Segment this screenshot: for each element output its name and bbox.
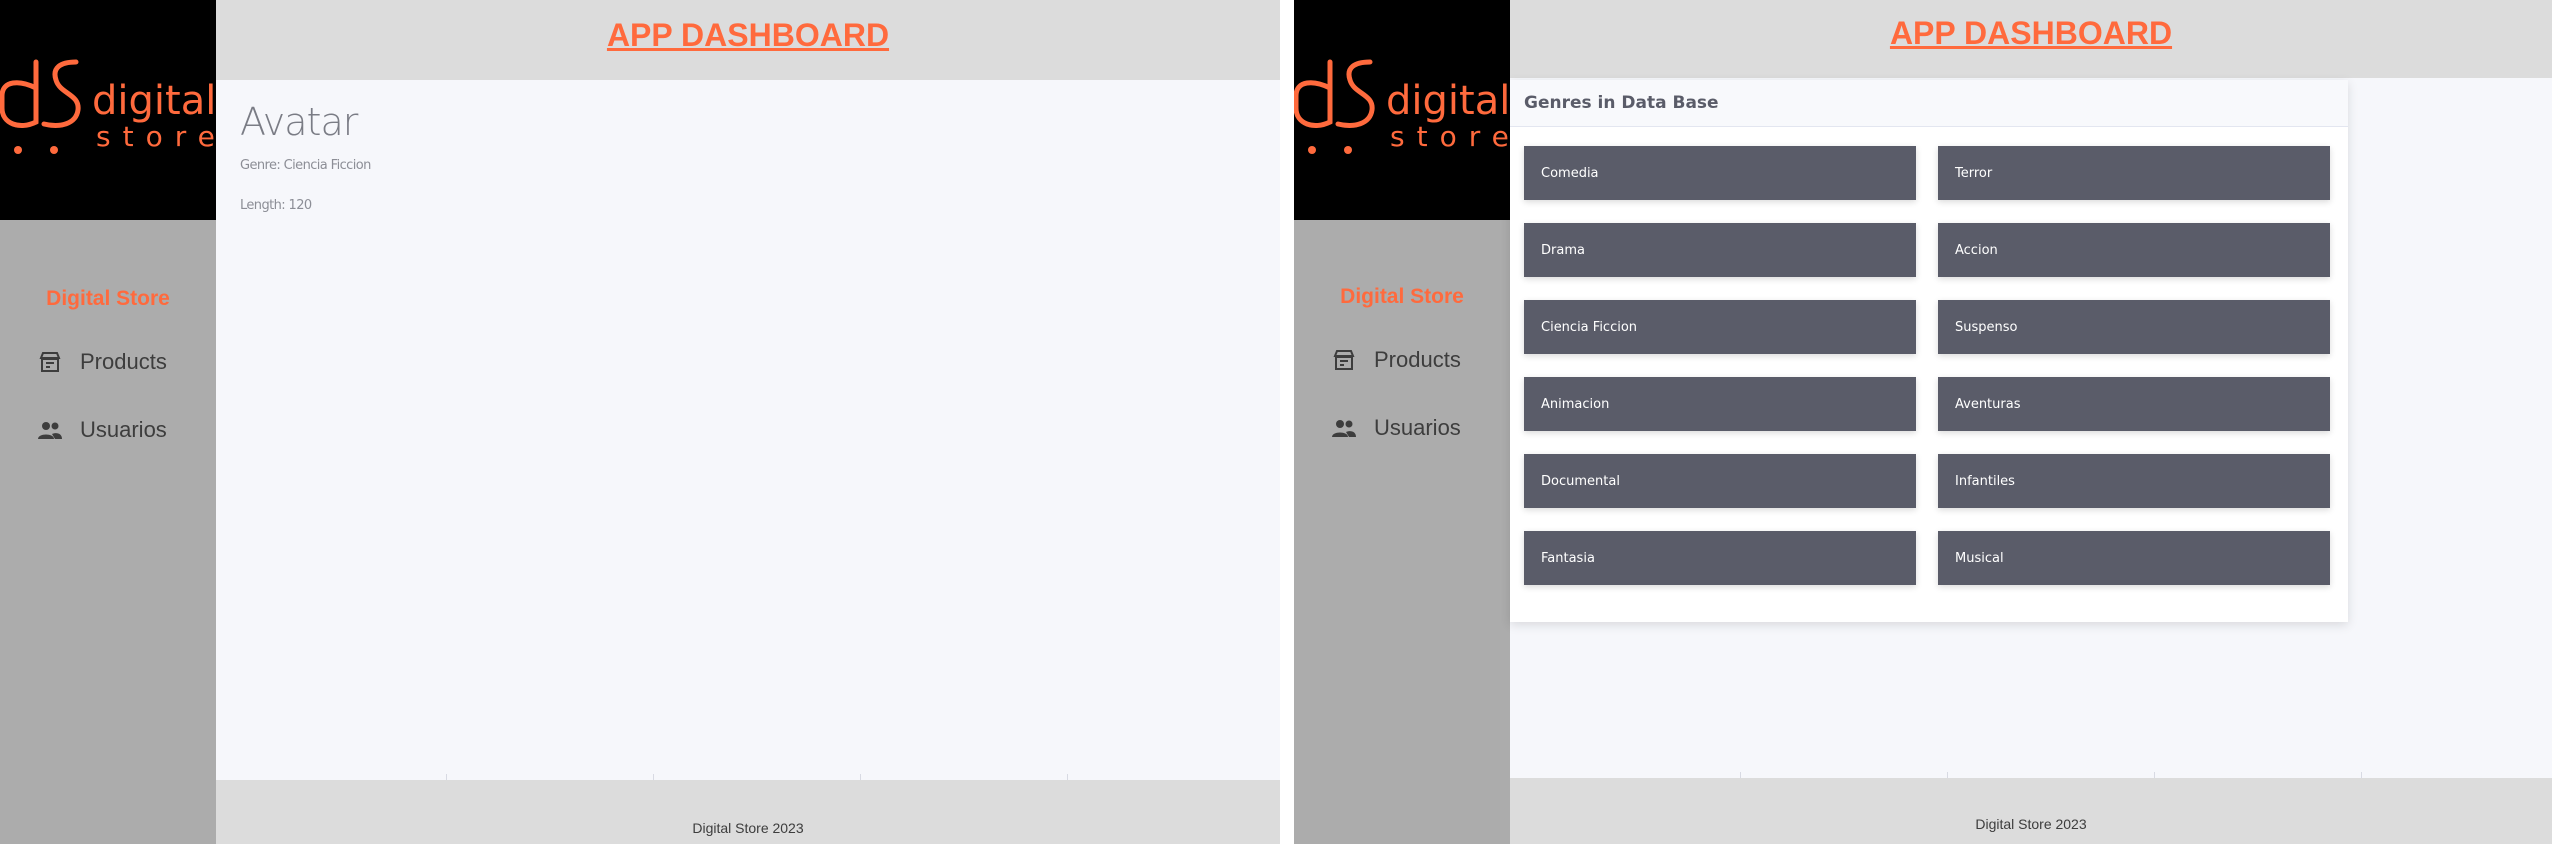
sidebar-item-products[interactable]: Products bbox=[1330, 340, 1461, 380]
genre-tile[interactable]: Comedia bbox=[1524, 146, 1916, 200]
genre-tile[interactable]: Ciencia Ficcion bbox=[1524, 300, 1916, 354]
genre-tile[interactable]: Drama bbox=[1524, 223, 1916, 277]
product-genre: Genre: Ciencia Ficcion bbox=[240, 158, 371, 173]
page-title[interactable]: APP DASHBOARD bbox=[1510, 0, 2552, 52]
genre-tile[interactable]: Aventuras bbox=[1938, 377, 2330, 431]
sidebar: digital store Digital Store Products Usu… bbox=[1294, 0, 1510, 844]
product-length: Length: 120 bbox=[240, 198, 312, 213]
logo-area[interactable]: digital store bbox=[0, 0, 216, 220]
footer: Digital Store 2023 bbox=[216, 780, 1280, 844]
sidebar-item-label: Usuarios bbox=[80, 417, 167, 442]
logo-area[interactable]: digital store bbox=[1294, 0, 1510, 220]
genres-grid: Comedia Terror Drama Accion Ciencia Ficc… bbox=[1524, 146, 2330, 585]
sidebar-brand-heading[interactable]: Digital Store bbox=[1294, 285, 1510, 309]
top-header: APP DASHBOARD bbox=[1510, 0, 2552, 78]
genre-tile[interactable]: Suspenso bbox=[1938, 300, 2330, 354]
sidebar-item-products[interactable]: Products bbox=[36, 342, 167, 382]
storefront-icon bbox=[36, 348, 64, 376]
footer-text: Digital Store 2023 bbox=[1975, 816, 2087, 832]
genre-tile[interactable]: Musical bbox=[1938, 531, 2330, 585]
genre-tile[interactable]: Fantasia bbox=[1524, 531, 1916, 585]
genre-tile[interactable]: Animacion bbox=[1524, 377, 1916, 431]
sidebar-item-usuarios[interactable]: Usuarios bbox=[36, 410, 167, 450]
genre-tile[interactable]: Documental bbox=[1524, 454, 1916, 508]
genres-card: Genres in Data Base Comedia Terror Drama… bbox=[1510, 80, 2348, 622]
footer: Digital Store 2023 bbox=[1510, 778, 2552, 844]
footer-text: Digital Store 2023 bbox=[692, 820, 804, 836]
users-icon bbox=[1330, 414, 1358, 442]
left-window: digital store Digital Store Products Usu… bbox=[0, 0, 1280, 844]
product-title: Avatar bbox=[240, 100, 358, 144]
svg-text:store: store bbox=[1390, 120, 1510, 153]
main-content bbox=[216, 80, 1280, 780]
sidebar: digital store Digital Store Products Usu… bbox=[0, 0, 216, 844]
product-detail-panel bbox=[228, 82, 1280, 780]
svg-text:digital: digital bbox=[1386, 78, 1510, 124]
genre-tile[interactable]: Accion bbox=[1938, 223, 2330, 277]
page-title[interactable]: APP DASHBOARD bbox=[216, 0, 1280, 54]
pane-separator bbox=[1280, 0, 1294, 844]
sidebar-brand-heading[interactable]: Digital Store bbox=[0, 287, 216, 311]
storefront-icon bbox=[1330, 346, 1358, 374]
users-icon bbox=[36, 416, 64, 444]
svg-text:store: store bbox=[96, 120, 216, 153]
sidebar-item-label: Products bbox=[80, 349, 167, 374]
digital-store-logo: digital store bbox=[0, 59, 216, 154]
genre-tile[interactable]: Infantiles bbox=[1938, 454, 2330, 508]
sidebar-item-usuarios[interactable]: Usuarios bbox=[1330, 408, 1461, 448]
svg-text:digital: digital bbox=[92, 78, 216, 124]
sidebar-item-label: Usuarios bbox=[1374, 415, 1461, 440]
digital-store-logo: digital store bbox=[1294, 59, 1510, 154]
genres-card-title: Genres in Data Base bbox=[1510, 80, 2348, 127]
top-header: APP DASHBOARD bbox=[216, 0, 1280, 80]
sidebar-item-label: Products bbox=[1374, 347, 1461, 372]
genre-tile[interactable]: Terror bbox=[1938, 146, 2330, 200]
